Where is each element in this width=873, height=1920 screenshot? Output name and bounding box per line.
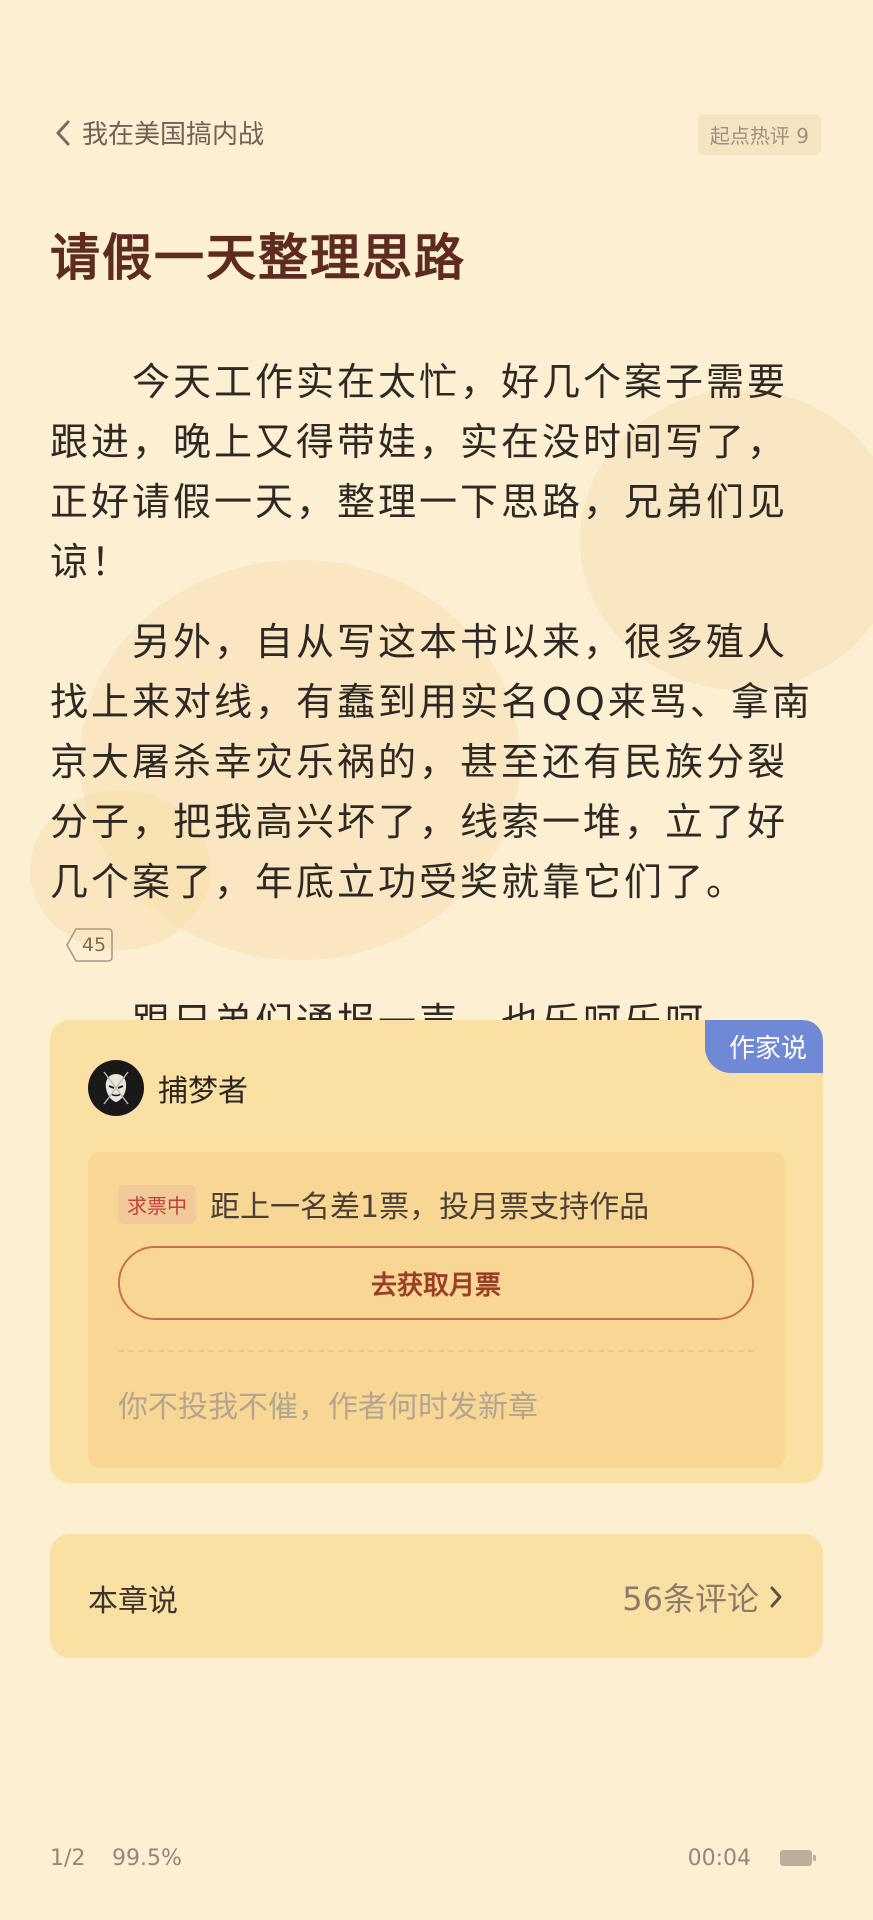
chapter-comments-link[interactable]: 56条评论 (622, 1574, 783, 1620)
chapter-content: 今天工作实在太忙，好几个案子需要跟进，晚上又得带娃，实在没时间写了，正好请假一天… (50, 352, 825, 1132)
vote-text: 距上一名差1票，投月票支持作品 (210, 1190, 650, 1225)
hot-comments-button[interactable]: 起点热评 9 (697, 114, 821, 155)
chapter-comments-label: 本章说 (88, 1584, 178, 1619)
vote-badge: 求票中 (118, 1184, 196, 1224)
comment-count: 45 (81, 933, 107, 956)
divider (118, 1350, 754, 1352)
page-indicator: 1/2 (50, 1846, 86, 1871)
chapter-comments-card[interactable]: 本章说 56条评论 (50, 1534, 823, 1658)
paragraph: 今天工作实在太忙，好几个案子需要跟进，晚上又得带娃，实在没时间写了，正好请假一天… (50, 352, 825, 592)
clock: 00:04 (687, 1846, 751, 1871)
author-says-tag: 作家说 (704, 1020, 823, 1073)
chapter-title: 请假一天整理思路 (50, 229, 466, 287)
avatar (88, 1060, 144, 1116)
status-footer: 1/2 99.5% 00:04 (0, 1840, 873, 1880)
get-monthly-ticket-button[interactable]: 去获取月票 (118, 1246, 754, 1320)
monthly-ticket-box: 求票中 距上一名差1票，投月票支持作品 去获取月票 你不投我不催，作者何时发新章 (88, 1152, 785, 1468)
comment-input[interactable]: 你不投我不催，作者何时发新章 (118, 1382, 538, 1426)
chevron-right-icon (770, 1586, 782, 1608)
book-title: 我在美国搞内战 (82, 120, 265, 150)
paragraph-text: 今天工作实在太忙，好几个案子需要跟进，晚上又得带娃，实在没时间写了，正好请假一天… (50, 360, 789, 584)
author-info[interactable]: 捕梦者 (88, 1060, 248, 1116)
comment-count: 56条评论 (622, 1580, 759, 1618)
chevron-left-icon (56, 120, 70, 145)
mask-avatar-icon (103, 1071, 129, 1105)
author-name: 捕梦者 (158, 1074, 248, 1109)
top-bar: 我在美国搞内战 起点热评 9 (0, 104, 873, 160)
reading-progress: 99.5% (112, 1846, 182, 1871)
back-button[interactable]: 我在美国搞内战 (54, 114, 264, 151)
paragraph: 另外，自从写这本书以来，很多殖人找上来对线，有蠢到用实名QQ来骂、拿南京大屠杀幸… (50, 612, 825, 972)
vote-status: 求票中 距上一名差1票，投月票支持作品 (118, 1182, 649, 1226)
paragraph-text: 另外，自从写这本书以来，很多殖人找上来对线，有蠢到用实名QQ来骂、拿南京大屠杀幸… (50, 620, 813, 904)
battery-icon (780, 1850, 816, 1866)
author-says-card: 作家说 捕梦者 求票中 距上一名差1票，投月票支持作品 去获取月票 你不投我不催… (50, 1020, 823, 1483)
paragraph-comment-bubble[interactable]: 45 (64, 925, 114, 965)
